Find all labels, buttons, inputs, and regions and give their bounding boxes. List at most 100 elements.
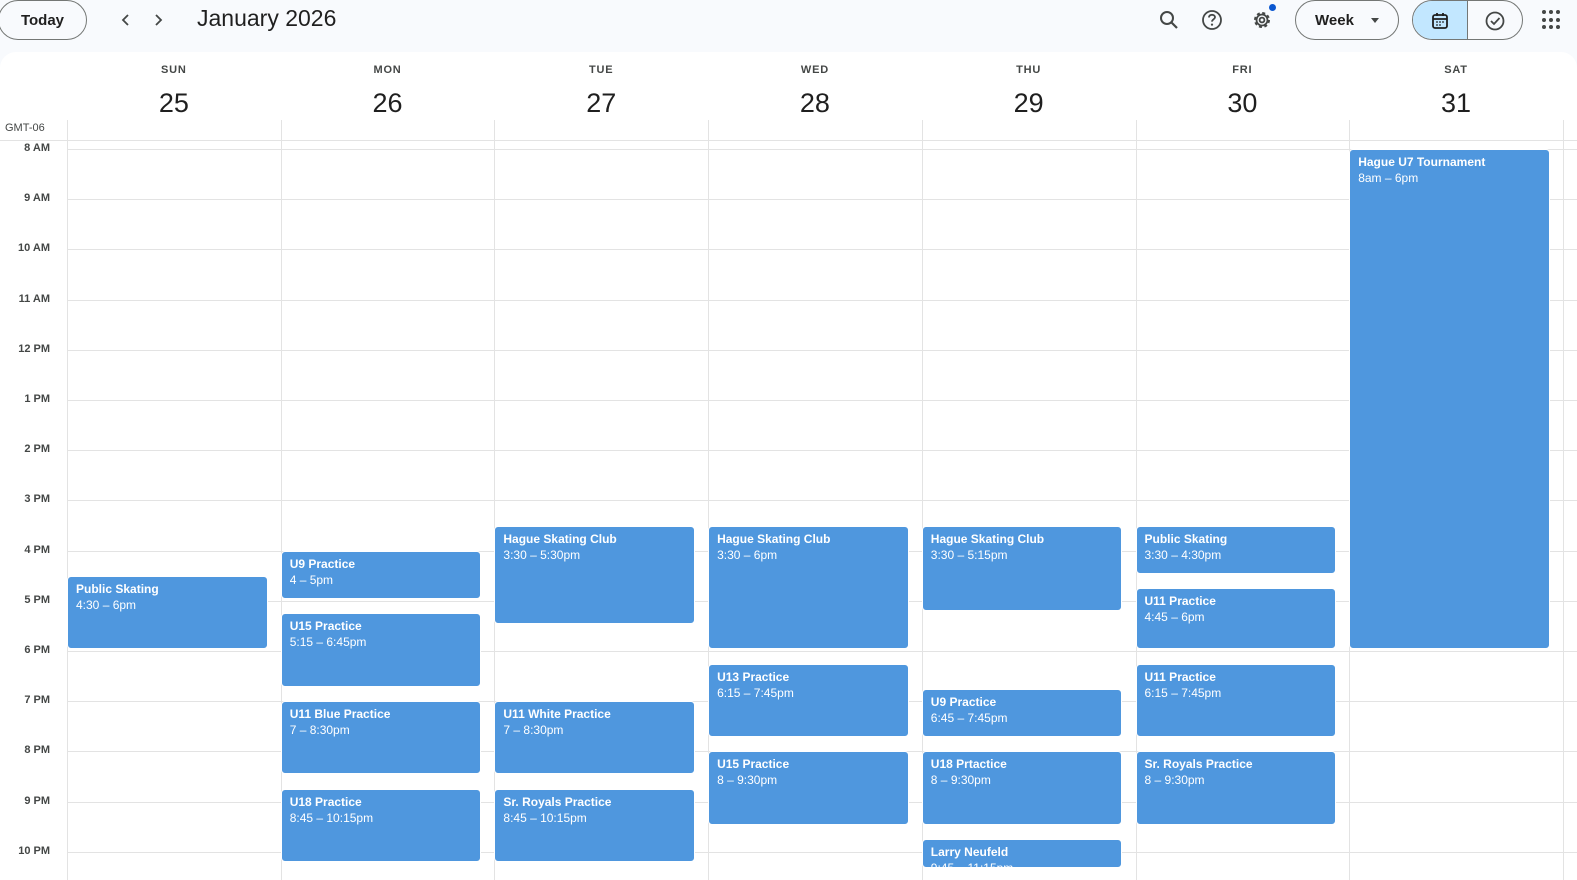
month-title: January 2026 bbox=[197, 5, 337, 31]
time-label: 2 PM bbox=[24, 443, 50, 456]
event-time: 9:45 – 11:15pm bbox=[931, 860, 1114, 867]
day-number[interactable]: 25 bbox=[67, 88, 281, 119]
time-label: 7 PM bbox=[24, 694, 50, 707]
header-divider bbox=[0, 140, 1577, 141]
event-title: U9 Practice bbox=[289, 556, 356, 571]
day-of-week-label: MON bbox=[373, 64, 402, 76]
time-label: 9 PM bbox=[24, 794, 50, 807]
event-time: 8 – 9:30pm bbox=[717, 773, 778, 788]
calendar-event[interactable]: Public Skating 3:30 – 4:30pm bbox=[1135, 525, 1337, 574]
time-label: 8 PM bbox=[24, 744, 50, 757]
event-time: 8:45 – 10:15pm bbox=[503, 811, 587, 826]
day-of-week-label: TUE bbox=[589, 64, 614, 76]
help-button[interactable] bbox=[1194, 2, 1230, 38]
event-title: Public Skating bbox=[76, 581, 159, 596]
calendar-event[interactable]: U13 Practice 6:15 – 7:45pm bbox=[708, 663, 909, 737]
calendar-event[interactable]: Hague U7 Tournament 8am – 6pm bbox=[1349, 149, 1550, 649]
day-header-thu[interactable]: THU 29 bbox=[922, 52, 1136, 140]
settings-notification-dot bbox=[1269, 4, 1276, 11]
event-title: U18 Prtactice bbox=[930, 757, 1007, 772]
event-time: 4:45 – 6pm bbox=[1144, 610, 1205, 625]
time-label: 12 PM bbox=[18, 342, 50, 355]
day-header-tue[interactable]: TUE 27 bbox=[494, 52, 708, 140]
event-title: U11 White Practice bbox=[503, 707, 611, 722]
calendar-event[interactable]: U15 Practice 5:15 – 6:45pm bbox=[280, 613, 482, 687]
day-header-sun[interactable]: SUN 25 bbox=[67, 52, 281, 140]
event-title: Hague Skating Club bbox=[717, 531, 831, 546]
day-header-wed[interactable]: WED 28 bbox=[708, 52, 922, 140]
calendar-event[interactable]: Sr. Royals Practice 8 – 9:30pm bbox=[1135, 751, 1337, 825]
calendar-view-button[interactable] bbox=[1413, 1, 1468, 39]
calendar-event[interactable]: Hague Skating Club 3:30 – 6pm bbox=[708, 525, 909, 649]
day-number[interactable]: 30 bbox=[1136, 88, 1350, 119]
day-of-week-label: SUN bbox=[161, 64, 187, 76]
day-of-week-label: THU bbox=[1016, 64, 1042, 76]
view-label: Week bbox=[1315, 11, 1354, 29]
event-title: Larry Neufeld bbox=[930, 845, 1009, 860]
event-time: 5:15 – 6:45pm bbox=[289, 635, 367, 650]
event-title: U18 Practice bbox=[289, 795, 362, 810]
previous-week-button[interactable] bbox=[110, 4, 142, 36]
calendar-event[interactable]: Hague Skating Club 3:30 – 5:15pm bbox=[921, 525, 1123, 612]
event-title: U15 Practice bbox=[717, 757, 790, 772]
event-time: 4 – 5pm bbox=[289, 572, 334, 587]
day-of-week-label: FRI bbox=[1232, 64, 1253, 76]
time-label: 10 AM bbox=[18, 242, 50, 255]
calendar-event[interactable]: U11 White Practice 7 – 8:30pm bbox=[494, 701, 696, 775]
event-title: U15 Practice bbox=[289, 619, 362, 634]
chevron-left-icon bbox=[121, 14, 129, 26]
next-week-button[interactable] bbox=[142, 4, 174, 36]
event-title: Public Skating bbox=[1144, 531, 1228, 546]
calendar-event[interactable]: U11 Practice 4:45 – 6pm bbox=[1135, 588, 1337, 649]
tasks-check-icon bbox=[1485, 11, 1505, 31]
search-button[interactable] bbox=[1151, 2, 1187, 38]
time-label: 11 AM bbox=[18, 292, 50, 305]
event-time: 6:15 – 7:45pm bbox=[717, 685, 794, 700]
timezone-label: GMT-06 bbox=[5, 122, 45, 134]
day-number[interactable]: 31 bbox=[1349, 88, 1563, 119]
calendar-event[interactable]: Larry Neufeld9:45 – 11:15pm bbox=[921, 839, 1123, 868]
today-button[interactable]: Today bbox=[0, 0, 87, 40]
time-label: 6 PM bbox=[24, 644, 50, 656]
calendar-event[interactable]: U9 Practice 4 – 5pm bbox=[280, 550, 482, 599]
calendar-event[interactable]: U18 Practice 8:45 – 10:15pm bbox=[280, 789, 482, 863]
week-grid: GMT-06 SUN 25 MON 26 TUE 27 WED 28 THU 29 FRI 30 SAT… bbox=[0, 52, 1577, 880]
day-number[interactable]: 29 bbox=[922, 88, 1136, 119]
calendar-event[interactable]: Sr. Royals Practice 8:45 – 10:15pm bbox=[494, 789, 696, 863]
calendar-event[interactable]: U11 Practice 6:15 – 7:45pm bbox=[1135, 663, 1337, 737]
day-header-sat[interactable]: SAT 31 bbox=[1349, 52, 1563, 140]
event-time: 7 – 8:30pm bbox=[289, 723, 350, 738]
chevron-right-icon bbox=[155, 14, 163, 26]
event-time: 3:30 – 5:30pm bbox=[503, 547, 581, 562]
time-label: 3 PM bbox=[24, 493, 50, 506]
calendar-event[interactable]: U18 Prtactice 8 – 9:30pm bbox=[921, 751, 1123, 825]
event-title: U11 Practice bbox=[1144, 594, 1216, 609]
event-time: 6:15 – 7:45pm bbox=[1144, 685, 1222, 700]
search-icon bbox=[1160, 11, 1178, 29]
calendar-event[interactable]: U15 Practice 8 – 9:30pm bbox=[708, 751, 909, 825]
calendar-icon bbox=[1431, 13, 1448, 29]
event-time: 8am – 6pm bbox=[1358, 171, 1419, 185]
event-time: 3:30 – 5:15pm bbox=[930, 547, 1008, 562]
calendar-event[interactable]: Public Skating 4:30 – 6pm bbox=[67, 575, 268, 649]
event-title: U11 Practice bbox=[1144, 669, 1216, 684]
event-title: U9 Practice bbox=[930, 694, 997, 709]
day-number[interactable]: 26 bbox=[281, 88, 495, 119]
day-number[interactable]: 27 bbox=[494, 88, 708, 119]
calendar-event[interactable]: U11 Blue Practice 7 – 8:30pm bbox=[280, 701, 482, 775]
tasks-view-button[interactable] bbox=[1468, 1, 1523, 39]
day-number[interactable]: 28 bbox=[708, 88, 922, 119]
apps-grid-icon[interactable] bbox=[1540, 8, 1564, 32]
day-column-divider bbox=[67, 120, 68, 880]
calendar-event[interactable]: Hague Skating Club 3:30 – 5:30pm bbox=[494, 525, 696, 624]
view-switcher[interactable]: Week bbox=[1295, 0, 1399, 40]
time-label: 9 AM bbox=[24, 192, 50, 205]
day-header-fri[interactable]: FRI 30 bbox=[1136, 52, 1350, 140]
event-time: 8 – 9:30pm bbox=[930, 773, 991, 788]
help-icon bbox=[1202, 10, 1222, 30]
time-label: 10 PM bbox=[18, 844, 50, 857]
day-header-mon[interactable]: MON 26 bbox=[281, 52, 495, 140]
calendar-event[interactable]: U9 Practice 6:45 – 7:45pm bbox=[921, 688, 1123, 737]
time-label: 4 PM bbox=[24, 543, 50, 556]
day-of-week-label: WED bbox=[800, 64, 829, 76]
